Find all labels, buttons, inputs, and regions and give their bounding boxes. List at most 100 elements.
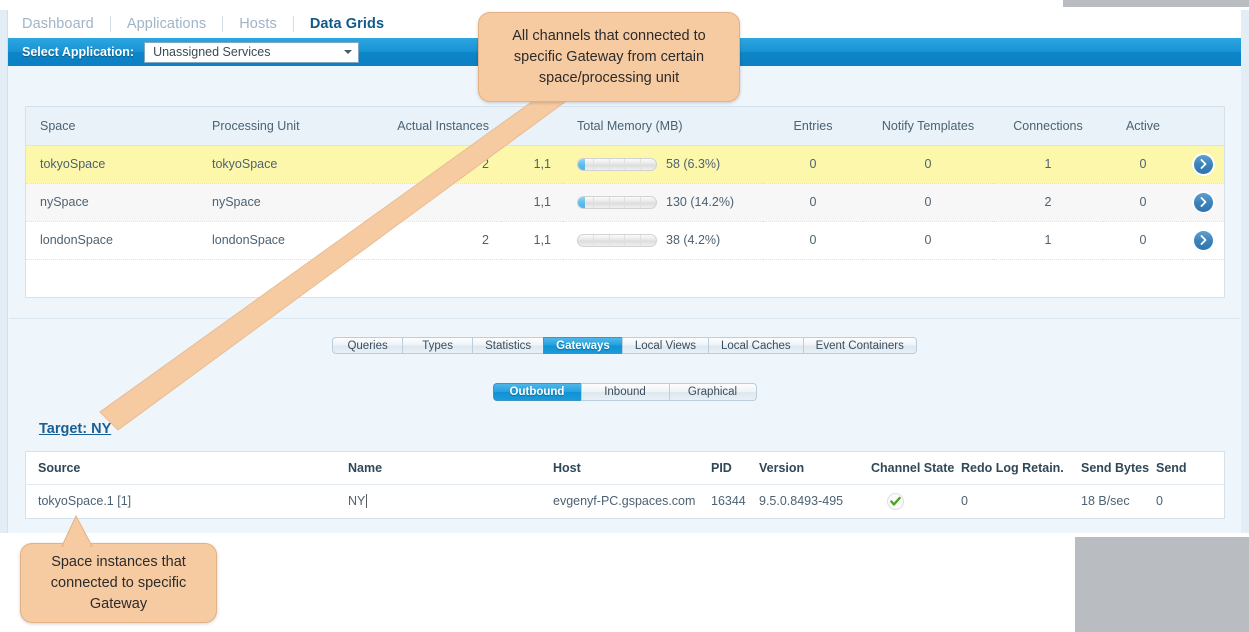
nav-item-dashboard[interactable]: Dashboard [8,16,110,32]
memory-value: 130 (14.2%) [666,195,735,209]
target-link[interactable]: Target: NY [39,421,111,437]
table-row[interactable]: tokyoSpace tokyoSpace 2 1,1 58 (6.3%) 0 … [26,145,1224,184]
col-entries: Entries [763,107,863,146]
chevron-down-icon [344,50,353,54]
col-notify-templates: Notify Templates [863,107,993,146]
application-window: Dashboard Applications Hosts Data Grids … [0,0,1249,632]
spaces-table-body: tokyoSpace tokyoSpace 2 1,1 58 (6.3%) 0 … [26,145,1224,260]
cell-total-memory: 58 (6.3%) [563,145,763,184]
select-application-label: Select Application: [22,45,135,59]
cell-entries: 0 [763,145,863,184]
col-pid: PID [699,452,747,485]
col-send: Send [1144,452,1224,485]
cell-entries: 0 [763,221,863,260]
cell-instances-ratio: 1,1 [501,145,563,184]
cell-send: 0 [1144,484,1224,518]
cell-row-action [1183,145,1224,184]
spaces-grid-container: Space Processing Unit Actual Instances T… [25,106,1225,298]
spaces-table-header-row: Space Processing Unit Actual Instances T… [26,107,1224,146]
subtab-inbound[interactable]: Inbound [580,383,669,401]
cell-active: 0 [1103,145,1183,184]
table-row[interactable]: tokyoSpace.1 [1] NY evgenyf-PC.gspaces.c… [26,484,1224,518]
cell-active: 0 [1103,221,1183,260]
cell-instances-ratio: 1,1 [501,183,563,222]
col-active: Active [1103,107,1183,146]
col-connections: Connections [993,107,1103,146]
col-channel-state: Channel State [859,452,954,485]
cell-space: tokyoSpace [26,145,198,184]
gateway-table: Source Name Host PID Version Channel Sta… [26,452,1224,518]
application-dropdown-value: Unassigned Services [153,45,271,59]
cell-total-memory: 38 (4.2%) [563,221,763,260]
spaces-panel: Space Processing Unit Actual Instances T… [9,74,1240,307]
tab-gateways[interactable]: Gateways [543,337,622,354]
cell-processing-unit: londonSpace [198,221,373,260]
main-tab-bar: Queries Types Statistics Gateways Local … [9,337,1240,354]
cell-actual-instances: 2 [373,221,501,260]
tab-types[interactable]: Types [402,337,473,354]
cell-version: 9.5.0.8493-495 [747,484,859,518]
col-row-action [1183,107,1224,146]
col-host: Host [541,452,699,485]
subtab-graphical[interactable]: Graphical [668,383,757,401]
col-name: Name [336,452,541,485]
col-actual-instances: Actual Instances [373,107,501,146]
cell-processing-unit: nySpace [198,183,373,222]
gateway-table-body: tokyoSpace.1 [1] NY evgenyf-PC.gspaces.c… [26,484,1224,518]
left-page-rail [0,10,8,533]
nav-item-data-grids[interactable]: Data Grids [294,16,400,32]
callout-space-instances-text: Space instances that connected to specif… [50,553,187,612]
cell-space: nySpace [26,183,198,222]
gateways-panel: Queries Types Statistics Gateways Local … [9,318,1240,533]
col-space: Space [26,107,198,146]
col-version: Version [747,452,859,485]
col-send-bytes: Send Bytes [1069,452,1149,485]
cell-processing-unit: tokyoSpace [198,145,373,184]
tab-statistics[interactable]: Statistics [472,337,544,354]
cell-connections: 1 [993,145,1103,184]
chevron-right-icon[interactable] [1194,192,1213,212]
table-row[interactable]: nySpace nySpace 1,1 130 (14.2%) 0 0 2 0 [26,183,1224,222]
tab-event-containers[interactable]: Event Containers [802,337,917,354]
callout-space-instances: Space instances that connected to specif… [20,543,217,623]
tab-local-caches[interactable]: Local Caches [707,337,803,354]
nav-item-hosts[interactable]: Hosts [223,16,293,32]
cell-instances-ratio: 1,1 [501,221,563,260]
callout-channels-text: All channels that connected to specific … [512,27,706,86]
cell-space: londonSpace [26,221,198,260]
sub-tab-bar: Outbound Inbound Graphical [9,383,1240,401]
subtab-outbound[interactable]: Outbound [492,383,581,401]
cell-connections: 2 [993,183,1103,222]
cell-channel-state [859,484,949,518]
col-total-memory: Total Memory (MB) [563,107,763,146]
cell-notify-templates: 0 [863,183,993,222]
table-row[interactable]: londonSpace londonSpace 2 1,1 38 (4.2%) [26,221,1224,260]
tab-queries[interactable]: Queries [332,337,403,354]
chevron-right-icon[interactable] [1194,230,1213,250]
memory-bar [577,157,657,171]
memory-bar [577,233,657,247]
tab-local-views[interactable]: Local Views [621,337,708,354]
nav-item-applications[interactable]: Applications [111,16,222,32]
cell-active: 0 [1103,183,1183,222]
col-instances-ratio [501,107,563,146]
chevron-right-icon[interactable] [1194,154,1213,174]
memory-value: 58 (6.3%) [666,157,721,171]
gateway-grid-container: Source Name Host PID Version Channel Sta… [25,451,1225,519]
cell-pid: 16344 [699,484,747,518]
callout-channels: All channels that connected to specific … [478,12,740,102]
application-dropdown[interactable]: Unassigned Services [144,41,360,63]
cell-name[interactable]: NY [336,484,541,518]
col-redo-log-retain: Redo Log Retain. [949,452,1069,485]
cell-redo-log-retain: 0 [949,484,1069,518]
cell-actual-instances: 2 [373,145,501,184]
window-top-margin [0,0,1249,10]
cell-entries: 0 [763,183,863,222]
cell-connections: 1 [993,221,1103,260]
col-processing-unit: Processing Unit [198,107,373,146]
memory-value: 38 (4.2%) [666,233,721,247]
cell-row-action [1183,221,1224,260]
cell-total-memory: 130 (14.2%) [563,183,763,222]
cell-row-action [1183,183,1224,222]
green-check-icon [887,492,904,510]
